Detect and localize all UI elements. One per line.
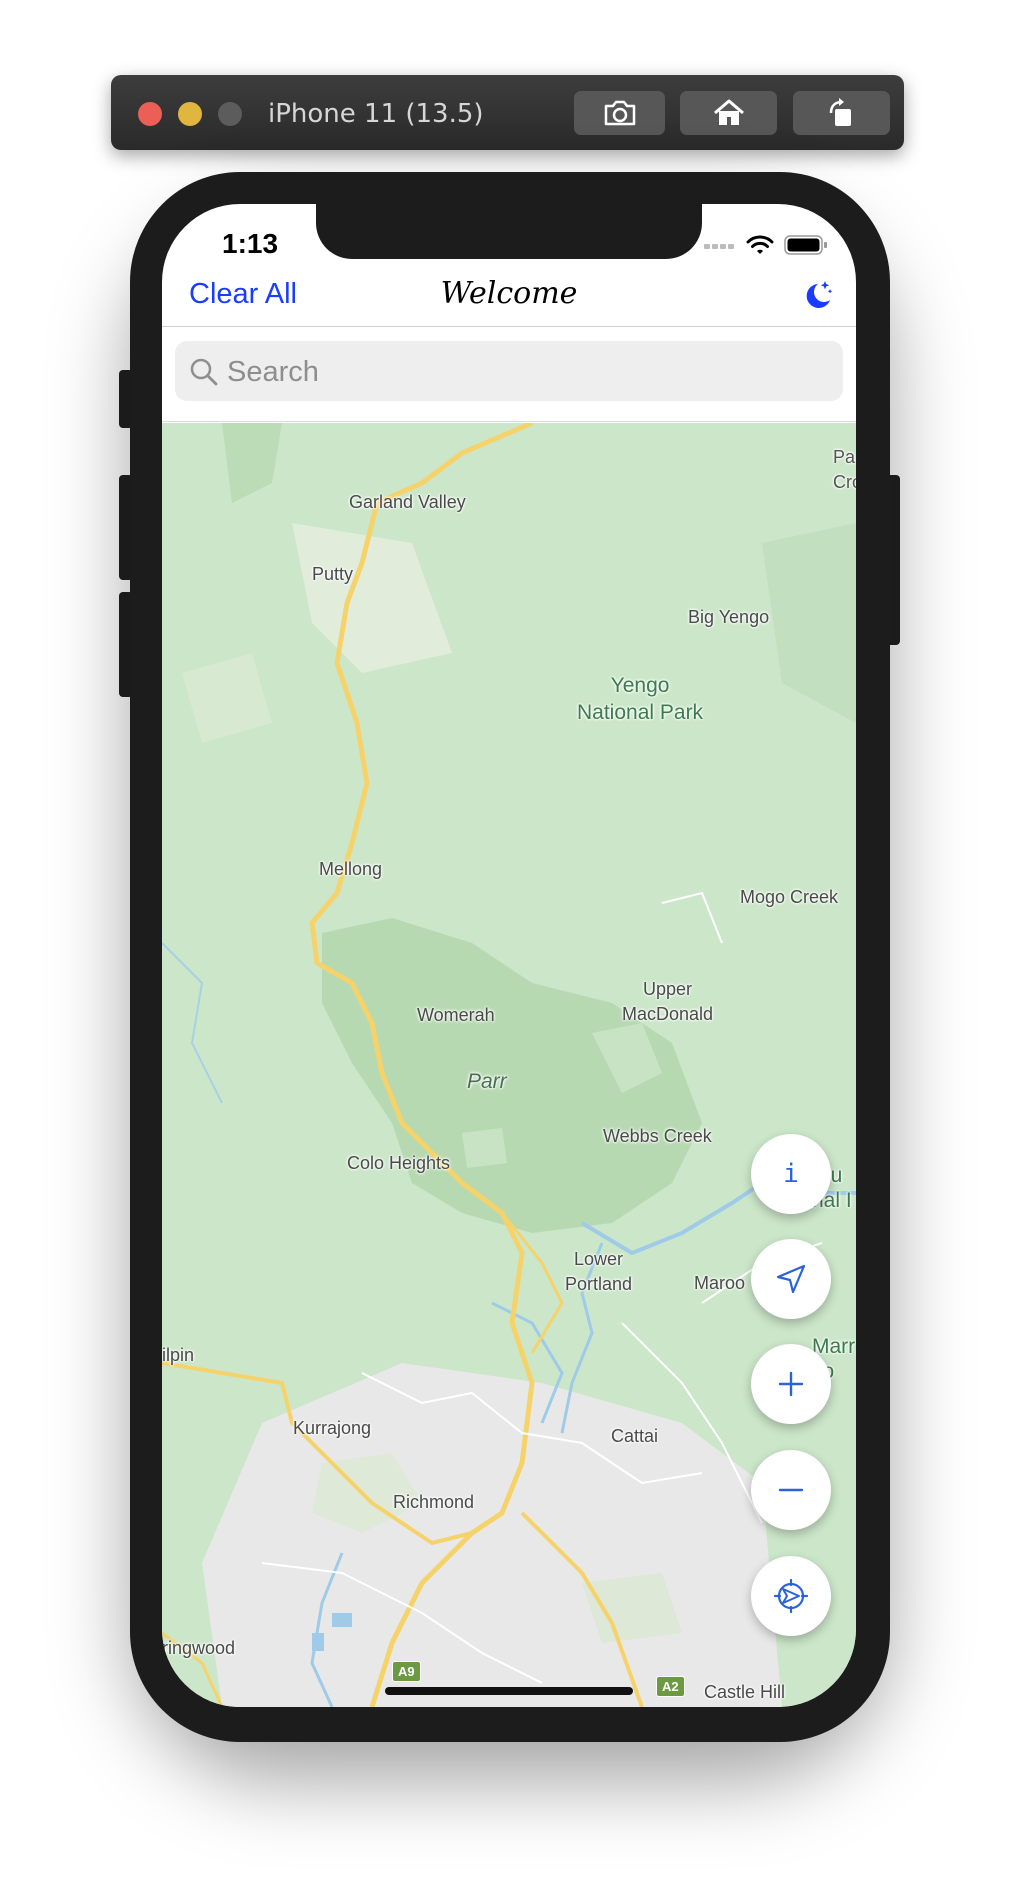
phone-screen: 1:13 Clear All Welcome Search Garland Va… [162, 204, 856, 1707]
screenshot-icon [604, 100, 635, 126]
status-indicators [704, 234, 828, 256]
notch [316, 204, 702, 259]
place-yengo-national-park: Yengo National Park [577, 674, 704, 724]
search-input[interactable] [225, 341, 829, 403]
place-parr: Parr [467, 1070, 507, 1093]
simulator-title: iPhone 11 (13.5) [268, 99, 484, 129]
screenshot-button[interactable] [574, 91, 665, 135]
search-icon [190, 358, 218, 386]
place-upper-macdonald: Upper MacDonald [622, 979, 714, 1024]
home-button[interactable] [680, 91, 777, 135]
home-icon [713, 99, 744, 125]
location-arrow-icon [776, 1264, 806, 1294]
status-time: 1:13 [222, 228, 279, 259]
map-view[interactable]: Garland Valley Putty Big Yengo Yengo Nat… [162, 423, 856, 1707]
battery-icon [784, 235, 827, 255]
navigation-bar: Clear All Welcome [162, 264, 856, 329]
place-ilpin: ilpin [162, 1345, 195, 1365]
place-kurrajong: Kurrajong [293, 1418, 372, 1438]
signal-icon [704, 244, 734, 249]
place-castle-hill: Castle Hill [704, 1682, 786, 1702]
place-putty: Putty [312, 564, 354, 584]
simulator-title-bar: iPhone 11 (13.5) [111, 75, 904, 150]
zoom-window-button[interactable] [218, 102, 242, 126]
close-window-button[interactable] [138, 102, 162, 126]
place-richmond: Richmond [393, 1492, 475, 1512]
place-ringwood: ringwood [162, 1638, 236, 1658]
place-edge-top: Pa Cro [833, 447, 856, 492]
zoom-out-button[interactable] [751, 1450, 831, 1530]
place-maroo: Maroo [694, 1273, 746, 1293]
route-shield-a2: A2 [656, 1676, 685, 1697]
search-divider [162, 421, 856, 422]
zoom-in-icon [778, 1371, 804, 1397]
place-garland-valley: Garland Valley [349, 492, 466, 512]
compass-settings-icon [773, 1578, 809, 1614]
search-field[interactable] [175, 341, 843, 403]
place-mellong: Mellong [319, 859, 383, 879]
place-womerah: Womerah [417, 1005, 495, 1025]
zoom-out-icon [778, 1488, 804, 1492]
info-button[interactable]: i [751, 1134, 831, 1214]
route-shield-a9: A9 [392, 1661, 421, 1682]
place-colo-heights: Colo Heights [347, 1153, 451, 1173]
rotate-icon [829, 98, 851, 126]
moon-stars-icon [806, 281, 833, 308]
place-cattai: Cattai [611, 1426, 659, 1446]
nav-title: Welcome [440, 276, 578, 311]
minimize-window-button[interactable] [178, 102, 202, 126]
compass-settings-button[interactable] [751, 1556, 831, 1636]
place-webbs-creek: Webbs Creek [603, 1126, 712, 1146]
dark-mode-button[interactable] [800, 278, 834, 317]
place-lower-portland: Lower Portland [565, 1249, 633, 1294]
home-indicator[interactable] [385, 1687, 633, 1695]
place-mogo-creek: Mogo Creek [740, 887, 839, 907]
rotate-button[interactable] [793, 91, 890, 135]
wifi-icon [746, 235, 774, 254]
zoom-in-button[interactable] [751, 1344, 831, 1424]
place-big-yengo: Big Yengo [688, 607, 770, 627]
search-bar [162, 327, 856, 422]
info-icon: i [783, 1159, 799, 1189]
current-location-button[interactable] [751, 1239, 831, 1319]
